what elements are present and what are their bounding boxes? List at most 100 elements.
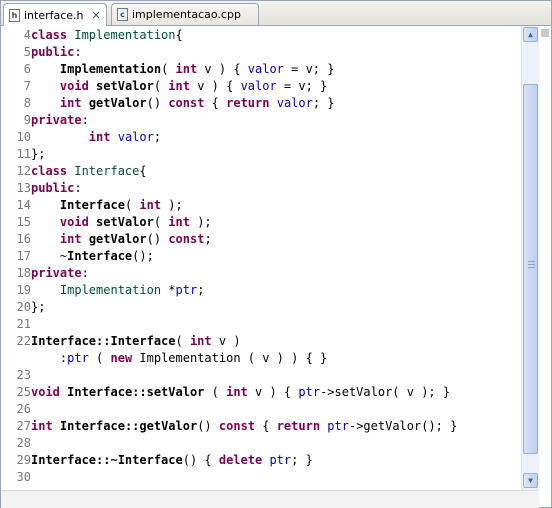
code-line[interactable]: 4class Implementation{ xyxy=(1,27,521,44)
code-token: private xyxy=(31,113,82,127)
code-text: }; xyxy=(31,300,45,314)
code-text: }; xyxy=(31,147,45,161)
code-token: v ) { xyxy=(189,79,241,93)
code-token: { xyxy=(204,96,227,110)
scroll-up-button[interactable]: ▲ xyxy=(523,27,538,42)
code-token: = v; } xyxy=(283,62,335,76)
code-line[interactable]: 25void Interface::setValor ( int v ) { p… xyxy=(1,384,521,401)
code-line[interactable]: 29Interface::~Interface() { delete ptr; … xyxy=(1,452,521,469)
code-token: int xyxy=(226,385,248,399)
code-token: { xyxy=(139,164,147,178)
code-token: int xyxy=(168,79,190,93)
code-text: public: xyxy=(31,45,82,59)
code-text: int getValor() const { return valor; } xyxy=(31,96,335,110)
code-line[interactable]: 10 int valor; xyxy=(1,129,521,146)
code-token: ->setValor( v ); } xyxy=(320,385,451,399)
line-number: 8 xyxy=(23,96,31,110)
line-number: 29 xyxy=(16,453,31,467)
vertical-scrollbar[interactable]: ▲ ▼ xyxy=(521,26,539,490)
overview-ruler-marker[interactable] xyxy=(541,29,549,37)
code-line[interactable]: 23 xyxy=(1,367,521,384)
code-line[interactable]: 15 void setValor( int ); xyxy=(1,214,521,231)
code-token: = v; } xyxy=(276,79,328,93)
code-text: public: xyxy=(31,181,82,195)
code-token: ptr xyxy=(175,283,198,297)
code-line[interactable]: 5public: xyxy=(1,44,521,61)
code-line[interactable]: 9private: xyxy=(1,112,521,129)
line-number: 25 xyxy=(16,385,31,399)
code-token: ptr xyxy=(327,419,349,433)
code-line[interactable]: 26 xyxy=(1,401,521,418)
code-text: private: xyxy=(31,113,89,127)
code-token: { xyxy=(175,28,183,42)
code-token: void xyxy=(59,79,89,93)
code-line[interactable]: 17 ~Interface(); xyxy=(1,248,521,265)
code-token: : xyxy=(74,181,82,195)
line-number: 27 xyxy=(16,419,31,433)
tab-implementacao-cpp[interactable]: c implementacao.cpp xyxy=(111,3,259,25)
code-token: valor xyxy=(117,130,154,144)
tab-interface-h[interactable]: h interface.h ✕ xyxy=(3,3,107,26)
code-token: v ) { xyxy=(247,385,299,399)
close-icon[interactable]: ✕ xyxy=(92,9,101,22)
line-number: 5 xyxy=(23,45,31,59)
cpp-file-icon: c xyxy=(117,8,128,21)
line-number: 10 xyxy=(16,130,31,144)
line-number: 16 xyxy=(16,232,31,246)
code-line[interactable]: 19 Implementation *ptr; xyxy=(1,282,521,299)
editor-window: h interface.h ✕ c implementacao.cpp 4cla… xyxy=(0,0,552,508)
code-line[interactable]: 14 Interface( int ); xyxy=(1,197,521,214)
code-line[interactable]: 13public: xyxy=(1,180,521,197)
code-token: Interface::getValor xyxy=(59,419,198,433)
code-token: }; xyxy=(31,300,46,314)
code-line[interactable]: 27int Interface::getValor() const { retu… xyxy=(1,418,521,435)
code-line[interactable]: 6 Implementation( int v ) { valor = v; } xyxy=(1,61,521,78)
code-token: ( xyxy=(153,215,169,229)
code-text: void Interface::setValor ( int v ) { ptr… xyxy=(31,385,450,399)
line-number: 6 xyxy=(23,62,31,76)
code-line[interactable]: 22Interface::Interface( int v ) xyxy=(1,333,521,350)
code-line[interactable]: 21 xyxy=(1,316,521,333)
code-line[interactable]: 12class Interface{ xyxy=(1,163,521,180)
scroll-down-button[interactable]: ▼ xyxy=(523,473,538,488)
tab-label: interface.h xyxy=(24,8,84,22)
code-line[interactable]: 20}; xyxy=(1,299,521,316)
code-line[interactable]: 7 void setValor( int v ) { valor = v; } xyxy=(1,78,521,95)
code-text: Implementation( int v ) { valor = v; } xyxy=(31,62,335,76)
code-line[interactable]: 28 xyxy=(1,435,521,452)
overview-ruler[interactable] xyxy=(539,26,551,507)
line-number: 21 xyxy=(16,317,31,331)
h-file-icon: h xyxy=(9,8,20,22)
code-text: int Interface::getValor() const { return… xyxy=(31,419,457,433)
code-token: ( xyxy=(124,198,140,212)
code-text: class Implementation{ xyxy=(31,28,183,42)
code-token: const xyxy=(218,419,256,433)
code-token: class xyxy=(31,28,68,42)
code-token: v ) { xyxy=(197,62,248,76)
code-line[interactable]: 11}; xyxy=(1,146,521,163)
code-line[interactable]: 30 xyxy=(1,469,521,486)
code-line[interactable]: 16 int getValor() const; xyxy=(1,231,521,248)
code-token: () { xyxy=(182,453,219,467)
code-line[interactable]: 18private: xyxy=(1,265,521,282)
code-line[interactable]: :ptr ( new Implementation ( v ) ) { } xyxy=(1,350,521,367)
code-token: const xyxy=(168,96,205,110)
code-editor[interactable]: 4class Implementation{5public: 6 Implemen… xyxy=(1,26,521,490)
code-token: const xyxy=(168,232,205,246)
code-token: : xyxy=(81,113,89,127)
scroll-thumb[interactable] xyxy=(523,84,538,454)
code-token: ( xyxy=(153,79,169,93)
horizontal-scrollbar-area xyxy=(1,490,539,508)
code-line[interactable]: 8 int getValor() const { return valor; } xyxy=(1,95,521,112)
code-token: return xyxy=(276,419,321,433)
code-token: ptr xyxy=(269,453,292,467)
line-number: 11 xyxy=(16,147,31,161)
code-text: Interface::~Interface() { delete ptr; } xyxy=(31,453,313,467)
